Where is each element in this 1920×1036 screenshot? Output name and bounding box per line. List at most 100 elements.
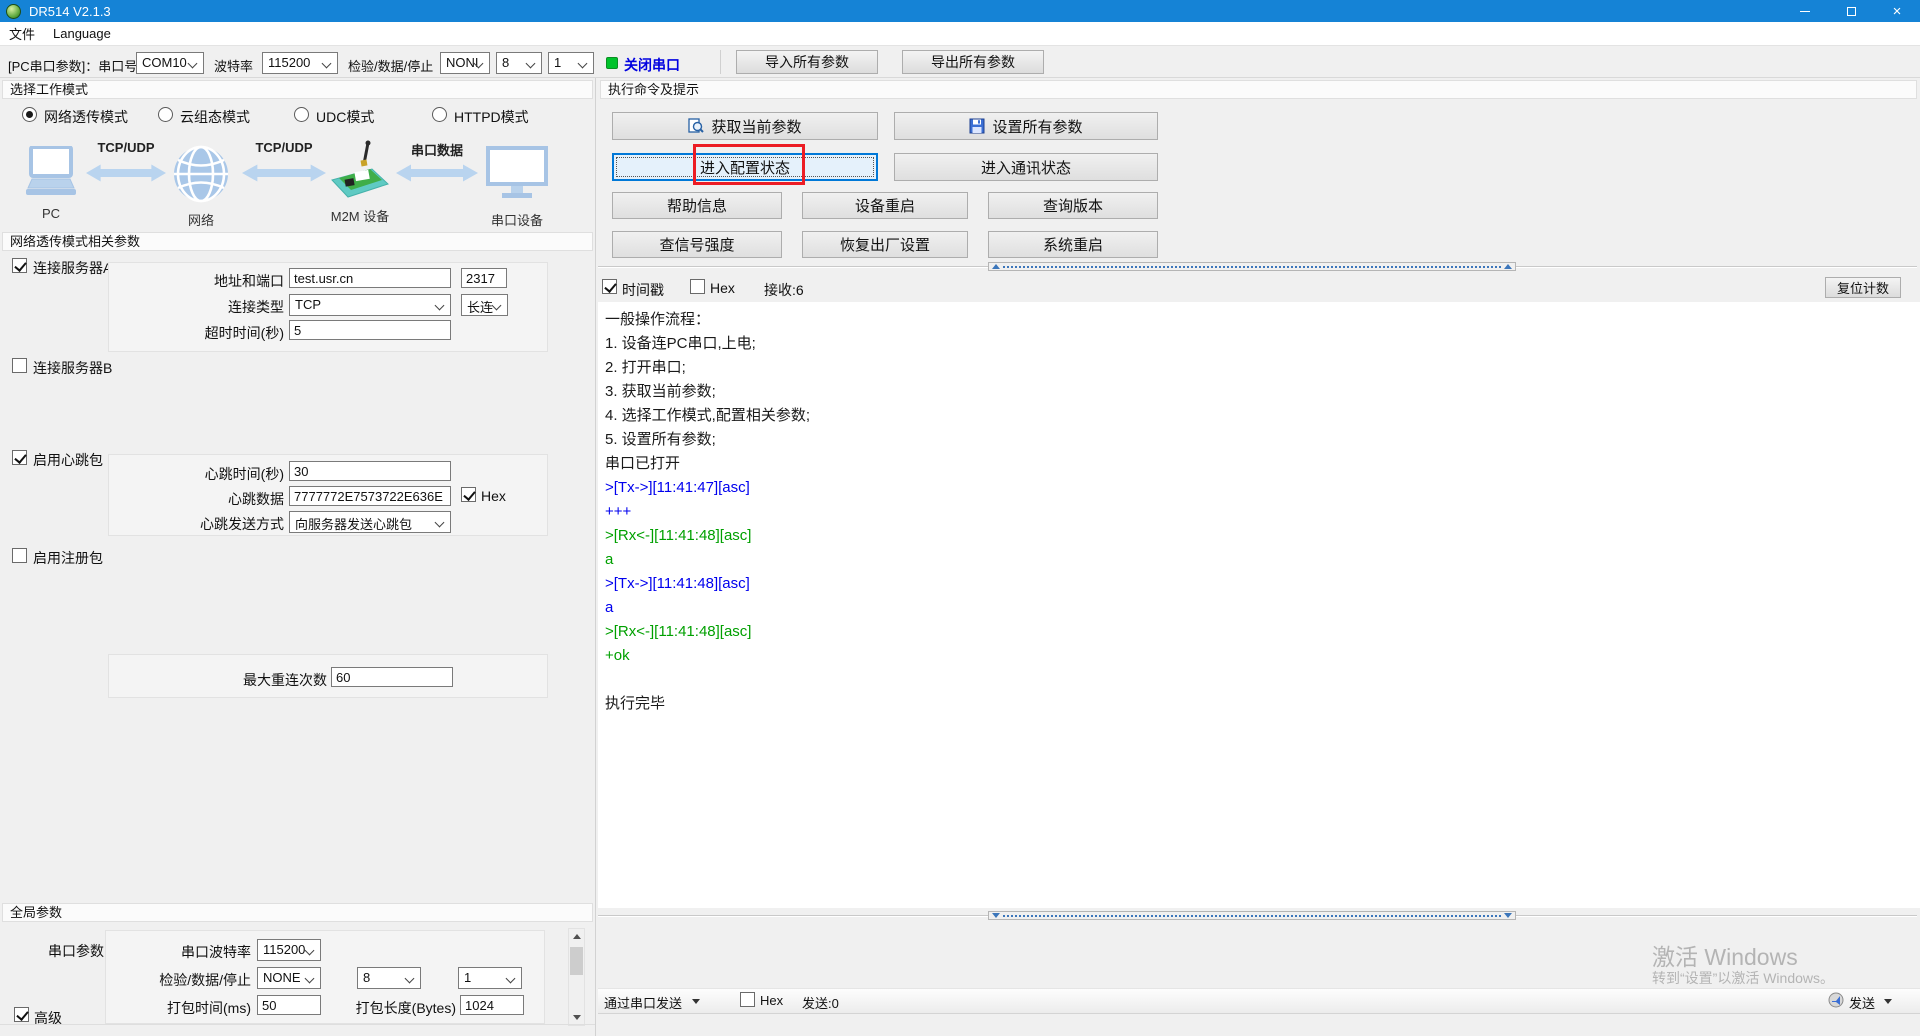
scroll-down-icon[interactable] [569, 1010, 584, 1025]
hb-hex-checkbox[interactable] [461, 487, 476, 502]
server-b-checkbox[interactable] [12, 358, 27, 373]
close-port-button[interactable]: 关闭串口 [624, 55, 680, 75]
log-line: >[Rx<-][11:41:48][asc] [605, 524, 1920, 548]
log-lines: 一般操作流程：1. 设备连PC串口,上电;2. 打开串口;3. 获取当前参数;4… [605, 308, 1920, 716]
heartbeat-checkbox[interactable] [12, 450, 27, 465]
factory-reset-button[interactable]: 恢复出厂设置 [802, 231, 968, 258]
hb-time-input[interactable]: 30 [289, 461, 451, 481]
get-params-button[interactable]: 获取当前参数 [612, 112, 878, 140]
radio-httpd[interactable] [432, 107, 447, 122]
factory-reset-label: 恢复出厂设置 [840, 234, 930, 255]
conn-type-label: 连接类型 [169, 297, 284, 317]
system-restart-button[interactable]: 系统重启 [988, 231, 1158, 258]
toolbar-separator [720, 50, 721, 74]
send-via-caret-icon[interactable] [692, 999, 700, 1004]
pack-time-input[interactable]: 50 [257, 995, 321, 1015]
close-button[interactable]: × [1874, 0, 1920, 22]
close-icon: × [1893, 4, 1902, 19]
conn-type-select[interactable]: TCP [289, 294, 451, 316]
recv-count: 接收:6 [764, 280, 804, 300]
radio-net-transparent[interactable] [22, 107, 37, 122]
hb-mode-select[interactable]: 向服务器发送心跳包 [289, 511, 451, 533]
link-pc-net-label: TCP/UDP [86, 140, 166, 155]
pack-len-input[interactable]: 1024 [460, 995, 524, 1015]
maximize-button[interactable] [1828, 0, 1874, 22]
set-params-label: 设置所有参数 [992, 116, 1082, 137]
conn-mode-select[interactable]: 长连 [461, 294, 508, 316]
minimize-button[interactable] [1782, 0, 1828, 22]
register-checkbox[interactable] [12, 548, 27, 563]
panel-divider [595, 78, 596, 1036]
timestamp-checkbox[interactable] [602, 279, 617, 294]
scrollbar-thumb[interactable] [570, 947, 583, 975]
baud-select[interactable]: 115200 [262, 52, 338, 74]
parity-data-stop-label: 检验/数据/停止 [348, 56, 433, 75]
m2m-device-icon [330, 140, 390, 205]
menu-bar: 文件 Language [0, 22, 1920, 46]
log-hex-checkbox[interactable] [690, 279, 705, 294]
server-a-checkbox[interactable] [12, 258, 27, 273]
g-stopbits-select[interactable]: 1 [458, 967, 522, 989]
hb-data-input[interactable]: 7777772E7573722E636E [289, 486, 451, 506]
global-scrollbar[interactable] [568, 928, 585, 1026]
server-port-input[interactable]: 2317 [461, 268, 507, 288]
log-line: >[Rx<-][11:41:48][asc] [605, 620, 1920, 644]
top-splitter-handle[interactable] [988, 262, 1516, 271]
app-window: DR514 V2.1.3 × 文件 Language [PC串口参数]：串口号 … [0, 0, 1920, 1036]
bottom-splitter-handle[interactable] [988, 911, 1516, 920]
splitter-up-icon [992, 264, 1000, 269]
device-restart-label: 设备重启 [855, 195, 915, 216]
g-line-label: 检验/数据/停止 [111, 970, 251, 990]
reset-count-button[interactable]: 复位计数 [1825, 277, 1901, 298]
reconnect-input[interactable]: 60 [331, 667, 453, 687]
app-icon [6, 4, 21, 19]
sent-count: 发送:0 [802, 993, 839, 1012]
reconnect-panel: 最大重连次数 60 [108, 654, 548, 698]
scroll-up-icon[interactable] [569, 929, 584, 944]
splitter-down-icon [1504, 913, 1512, 918]
databits-select[interactable]: 8 [496, 52, 542, 74]
radio-net-transparent-label: 网络透传模式 [44, 107, 128, 127]
menu-file[interactable]: 文件 [0, 22, 44, 45]
set-params-button[interactable]: 设置所有参数 [894, 112, 1158, 140]
g-parity-select[interactable]: NONE [257, 967, 321, 989]
register-label: 启用注册包 [33, 548, 103, 568]
query-version-button[interactable]: 查询版本 [988, 192, 1158, 219]
pack-len-label: 打包长度(Bytes) [344, 998, 456, 1018]
send-via-serial-dropdown[interactable]: 通过串口发送 [604, 993, 682, 1012]
import-params-button[interactable]: 导入所有参数 [736, 50, 878, 74]
g-databits-select[interactable]: 8 [357, 967, 421, 989]
help-button[interactable]: 帮助信息 [612, 192, 782, 219]
log-line [605, 668, 1920, 692]
get-params-label: 获取当前参数 [711, 116, 801, 137]
query-signal-label: 查信号强度 [659, 234, 734, 255]
enter-config-button[interactable]: 进入配置状态 [612, 153, 878, 181]
radio-cloud[interactable] [158, 107, 173, 122]
timestamp-label: 时间戳 [622, 280, 664, 300]
log-line: 1. 设备连PC串口,上电; [605, 332, 1920, 356]
timeout-input[interactable]: 5 [289, 320, 451, 340]
send-button[interactable]: 发送 [1849, 993, 1875, 1012]
send-caret-icon[interactable] [1884, 999, 1892, 1004]
menu-language[interactable]: Language [44, 22, 120, 45]
log-line: a [605, 596, 1920, 620]
log-line: 执行完毕 [605, 692, 1920, 716]
radio-cloud-label: 云组态模式 [180, 107, 250, 127]
device-restart-button[interactable]: 设备重启 [802, 192, 968, 219]
com-port-select[interactable]: COM10 [136, 52, 204, 74]
send-icon [1828, 992, 1844, 1008]
maximize-icon [1847, 7, 1856, 16]
g-baud-select[interactable]: 115200 [257, 939, 321, 961]
radio-udc[interactable] [294, 107, 309, 122]
parity-select[interactable]: NONI [440, 52, 490, 74]
log-area[interactable]: 一般操作流程：1. 设备连PC串口,上电;2. 打开串口;3. 获取当前参数;4… [598, 302, 1920, 908]
send-hex-checkbox[interactable] [740, 992, 755, 1007]
stopbits-select[interactable]: 1 [548, 52, 594, 74]
export-params-button[interactable]: 导出所有参数 [902, 50, 1044, 74]
query-signal-button[interactable]: 查信号强度 [612, 231, 782, 258]
enter-comm-button[interactable]: 进入通讯状态 [894, 153, 1158, 181]
serial-params-label: 串口参数 [48, 941, 104, 961]
window-title: DR514 V2.1.3 [29, 4, 111, 19]
advanced-checkbox[interactable] [14, 1007, 29, 1022]
server-addr-input[interactable]: test.usr.cn [289, 268, 451, 288]
